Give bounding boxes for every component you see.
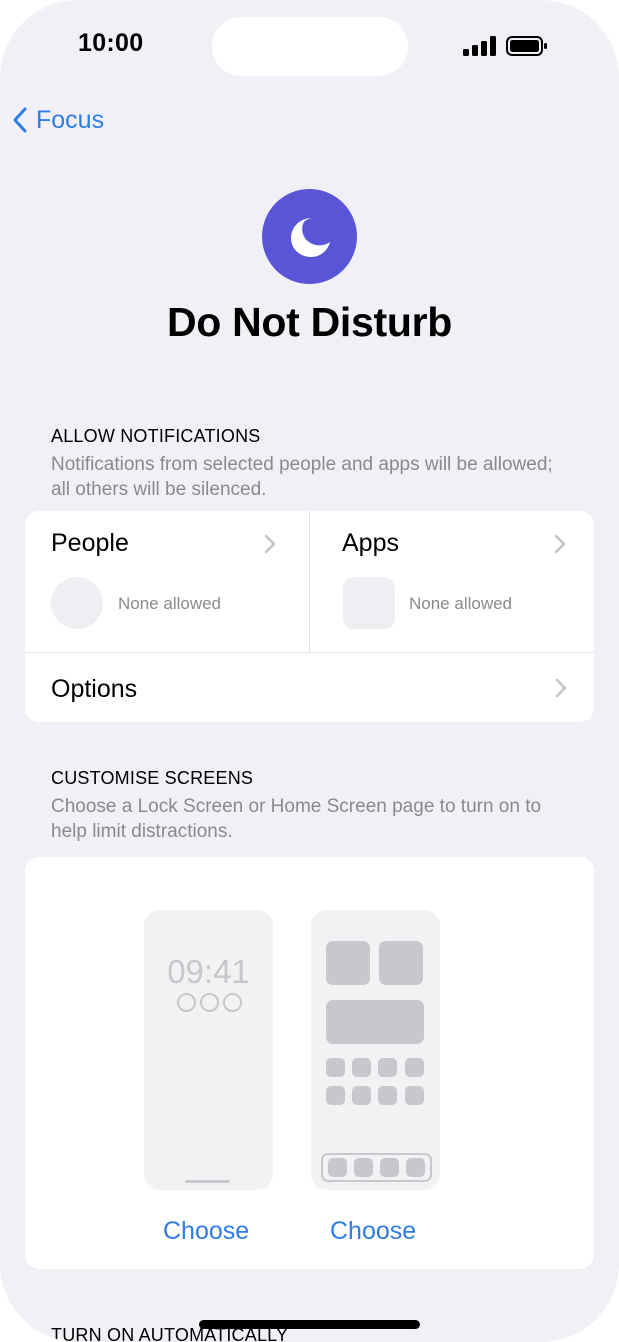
customise-screens-heading: CUSTOMISE SCREENS <box>51 768 254 788</box>
lock-screen-home-indicator <box>185 1180 230 1183</box>
dock-tile <box>354 1158 373 1177</box>
apps-cell[interactable]: Apps None allowed <box>310 511 594 652</box>
notifications-card: People None allowed Apps None allowed Op… <box>25 511 594 722</box>
chevron-right-icon <box>554 534 566 554</box>
options-label: Options <box>51 675 138 703</box>
widget-tile-wide <box>326 1000 424 1044</box>
allow-notifications-heading: ALLOW NOTIFICATIONS <box>51 426 261 446</box>
battery-icon <box>506 36 547 56</box>
dock-tile <box>328 1158 347 1177</box>
app-tile <box>326 1086 345 1105</box>
widget-tile <box>326 941 370 985</box>
customise-screens-card: 09:41 Choose Choose <box>25 857 594 1269</box>
widget-circle <box>200 993 219 1012</box>
chevron-right-icon <box>555 678 567 698</box>
people-avatar-placeholder <box>51 577 103 629</box>
lock-screen-preview[interactable]: 09:41 <box>144 910 273 1190</box>
app-icon-placeholder <box>343 577 395 629</box>
customise-screens-description: Choose a Lock Screen or Home Screen page… <box>51 796 542 842</box>
choose-home-screen-button[interactable]: Choose <box>330 1217 416 1246</box>
page-title: Do Not Disturb <box>166 299 453 345</box>
widget-circle <box>177 993 196 1012</box>
app-tile <box>378 1086 397 1105</box>
screen: 10:00 Focus Do Not Disturb ALLOW NOTIFIC… <box>0 0 619 1342</box>
people-status: None allowed <box>118 594 222 613</box>
app-tile <box>352 1086 371 1105</box>
home-indicator[interactable] <box>199 1320 420 1329</box>
app-tile <box>326 1058 345 1077</box>
chevron-left-icon <box>13 107 27 133</box>
back-button[interactable]: Focus <box>12 104 104 136</box>
widget-tile <box>379 941 423 985</box>
widget-circle <box>223 993 242 1012</box>
dynamic-island <box>212 17 408 76</box>
cellular-signal-icon <box>463 36 496 56</box>
choose-lock-screen-button[interactable]: Choose <box>163 1217 249 1246</box>
people-cell[interactable]: People None allowed <box>25 511 309 652</box>
status-time: 10:00 <box>78 29 144 57</box>
dock-tile <box>380 1158 399 1177</box>
app-tile <box>405 1086 424 1105</box>
home-screen-dock <box>321 1153 432 1182</box>
do-not-disturb-icon <box>262 189 357 284</box>
app-tile <box>352 1058 371 1077</box>
dock-tile <box>406 1158 425 1177</box>
lock-screen-time: 09:41 <box>167 953 250 990</box>
apps-label: Apps <box>342 529 399 557</box>
home-screen-preview[interactable] <box>311 910 440 1190</box>
options-row[interactable]: Options <box>25 653 594 722</box>
back-label: Focus <box>36 105 105 134</box>
chevron-right-icon <box>264 534 276 554</box>
app-tile <box>405 1058 424 1077</box>
app-tile <box>378 1058 397 1077</box>
allow-notifications-description: Notifications from selected people and a… <box>51 454 553 500</box>
moon-icon <box>290 217 330 257</box>
lock-screen-widgets <box>177 993 246 1017</box>
people-label: People <box>51 529 129 557</box>
apps-status: None allowed <box>409 594 513 613</box>
